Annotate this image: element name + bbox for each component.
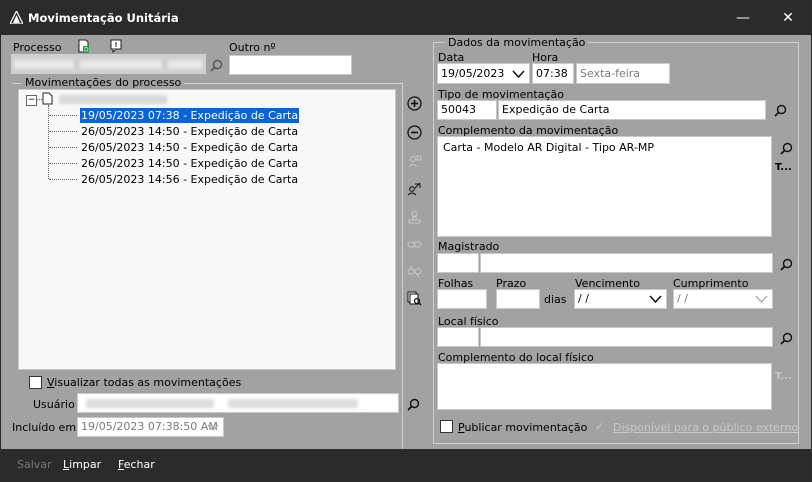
tree-item[interactable]: 26/05/2023 14:50 - Expedição de Carta — [80, 140, 299, 155]
visualizar-todas-label[interactable]: Visualizar todas as movimentações — [47, 376, 241, 389]
usuario-field[interactable] — [77, 393, 399, 413]
title-bar: Movimentação Unitária — ✕ — [1, 1, 811, 35]
prazo-input[interactable] — [496, 289, 540, 309]
dados-title: Dados da movimentação — [445, 36, 589, 49]
svg-text:D: D — [84, 47, 89, 54]
limpar-button[interactable]: Limpar — [63, 458, 101, 471]
weekday-field: Sexta-feira — [576, 63, 670, 84]
chevron-down-icon — [207, 421, 219, 436]
comp-local-textarea[interactable] — [437, 363, 772, 410]
magistrado-name-field[interactable] — [480, 253, 773, 273]
vencimento-picker[interactable]: / / — [574, 289, 667, 309]
salvar-button[interactable]: Salvar — [17, 458, 52, 471]
visualizar-todas-checkbox[interactable] — [29, 376, 42, 389]
note-icon[interactable] — [107, 37, 125, 55]
link-icon[interactable] — [405, 235, 423, 253]
disponivel-label: Disponível para o público externo — [613, 421, 799, 434]
tree-collapse-toggle[interactable]: − — [26, 95, 37, 106]
chevron-down-icon — [755, 293, 768, 308]
publicar-checkbox[interactable] — [440, 420, 453, 433]
movimentacoes-tree[interactable]: − 19/05/2023 07:38 - Expedição de Carta … — [18, 89, 396, 370]
documents-search-icon[interactable] — [405, 289, 423, 307]
incluido-label: Incluído em : — [12, 421, 84, 434]
publicar-label[interactable]: Publicar movimentação — [458, 421, 587, 434]
local-search-icon[interactable] — [777, 329, 795, 347]
action-bar: Salvar Limpar Fechar — [1, 449, 811, 481]
complemento-text-button[interactable]: T... — [775, 162, 792, 173]
tipo-desc-field[interactable]: Expedição de Carta — [498, 100, 766, 120]
cumprimento-picker: / / — [673, 289, 773, 309]
magistrado-code-input[interactable] — [437, 253, 479, 273]
processo-label: Processo — [13, 41, 62, 54]
unlink-icon[interactable] — [405, 262, 423, 280]
complemento-search-icon[interactable] — [777, 139, 795, 157]
comp-local-text-button[interactable]: T... — [775, 371, 792, 382]
remove-icon[interactable] — [405, 123, 423, 141]
process-root-label — [59, 95, 167, 104]
usuario-label: Usuário — [33, 398, 75, 411]
dialog-body: Processo D Outro nº Movimentações do pro… — [1, 35, 811, 456]
tipo-code-input[interactable]: 50043 — [437, 100, 497, 120]
chevron-down-icon — [649, 293, 662, 308]
outro-input[interactable] — [229, 55, 352, 75]
tree-item[interactable]: 26/05/2023 14:50 - Expedição de Carta — [80, 156, 299, 171]
movimentacao-window: Movimentação Unitária — ✕ Processo D Out… — [0, 0, 812, 482]
magistrado-search-icon[interactable] — [777, 255, 795, 273]
data-picker[interactable]: 19/05/2023 — [437, 63, 530, 84]
complemento-textarea[interactable]: Carta - Modelo AR Digital - Tipo AR-MP — [437, 136, 772, 237]
minimize-button[interactable]: — — [723, 5, 763, 31]
document-green-icon[interactable]: D — [74, 37, 92, 55]
incluido-field: 19/05/2023 07:38:50 AM — [77, 417, 224, 437]
local-name-field[interactable] — [480, 327, 773, 347]
outro-label: Outro nº — [229, 41, 276, 54]
close-button[interactable]: ✕ — [768, 5, 808, 31]
hora-input[interactable]: 07:38 — [532, 63, 574, 84]
usuario-search-icon[interactable] — [404, 395, 422, 413]
tree-item[interactable]: 26/05/2023 14:50 - Expedição de Carta — [80, 124, 299, 139]
stamp-icon[interactable] — [405, 208, 423, 226]
tree-item-selected[interactable]: 19/05/2023 07:38 - Expedição de Carta — [78, 107, 301, 124]
search-icon[interactable] — [207, 56, 225, 74]
app-logo-icon — [9, 9, 24, 27]
person-move-icon[interactable] — [405, 179, 423, 197]
chevron-down-icon — [512, 67, 525, 83]
tipo-search-icon[interactable] — [771, 101, 789, 119]
add-icon[interactable] — [405, 94, 423, 112]
window-title: Movimentação Unitária — [28, 11, 179, 25]
processo-field[interactable] — [11, 54, 206, 74]
fechar-button[interactable]: Fechar — [118, 458, 155, 471]
folhas-input[interactable] — [437, 289, 487, 309]
dias-label: dias — [544, 293, 567, 306]
magistrado-label: Magistrado — [438, 240, 500, 253]
check-icon: ✓ — [595, 420, 605, 433]
tree-item[interactable]: 26/05/2023 14:56 - Expedição de Carta — [80, 172, 299, 187]
local-code-input[interactable] — [437, 327, 479, 347]
person-edit-icon[interactable] — [405, 152, 423, 170]
movimentacoes-label: Movimentações do processo — [22, 76, 185, 89]
